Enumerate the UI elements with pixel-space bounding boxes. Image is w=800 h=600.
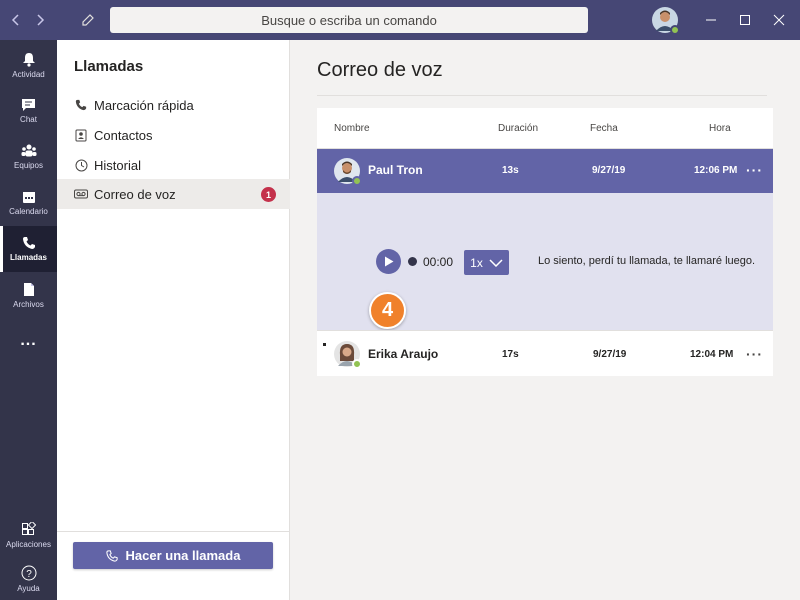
table-row[interactable]: Paul Tron 13s 9/27/19 12:06 PM ··· — [317, 149, 773, 193]
date-cell: 9/27/19 — [593, 349, 627, 360]
page-title: Correo de voz — [317, 59, 443, 81]
avatar — [334, 341, 362, 369]
rail-item-label: Calendario — [9, 207, 48, 216]
unread-indicator — [323, 343, 326, 346]
avatar — [334, 158, 362, 186]
panel-title: Llamadas — [74, 58, 144, 75]
compose-icon[interactable] — [78, 10, 98, 30]
rail-item-label: Ayuda — [17, 584, 40, 593]
nav-contacts[interactable]: Contactos — [57, 120, 290, 150]
nav-speed-dial[interactable]: Marcación rápida — [57, 90, 290, 120]
rail-item-label: Chat — [20, 115, 37, 124]
rail-item-chat[interactable]: Chat — [0, 88, 57, 134]
rail-item-label: Aplicaciones — [6, 539, 51, 549]
presence-available-icon — [352, 176, 362, 186]
column-header-duration[interactable]: Duración — [498, 123, 538, 134]
back-arrow-icon[interactable] — [6, 10, 26, 30]
help-icon: ? — [21, 565, 36, 581]
voicemail-player: 00:00 1x Lo siento, perdí tu llamada, te… — [317, 193, 773, 330]
apps-icon — [22, 521, 36, 535]
caller-name: Erika Araujo — [368, 347, 439, 361]
more-options-icon[interactable]: ··· — [746, 346, 763, 362]
rail-item-calendar[interactable]: Calendario — [0, 180, 57, 226]
title-bar: Busque o escriba un comando — [0, 0, 800, 40]
minimize-icon[interactable] — [701, 10, 721, 30]
more-apps-button[interactable]: ... — [0, 321, 57, 361]
rail-item-activity[interactable]: Actividad — [0, 42, 57, 88]
caller-name: Paul Tron — [368, 163, 423, 177]
rail-item-apps[interactable]: Aplicaciones — [0, 512, 57, 558]
nav-history[interactable]: Historial — [57, 150, 290, 180]
playback-time: 00:00 — [423, 255, 454, 269]
teams-icon — [21, 144, 36, 157]
phone-icon — [22, 237, 35, 249]
contacts-icon — [74, 128, 88, 142]
make-call-button[interactable]: Hacer una llamada — [73, 542, 273, 569]
voicemail-table: Nombre Duración Fecha Hora Paul Tron 13s… — [317, 108, 773, 376]
more-icon: ... — [20, 332, 37, 349]
rail-item-label: Equipos — [14, 161, 43, 170]
playback-speed-dropdown[interactable]: 1x — [464, 250, 509, 275]
profile-avatar[interactable] — [652, 7, 680, 35]
nav-label: Correo de voz — [94, 186, 176, 202]
chevron-down-icon — [489, 258, 503, 267]
rail-item-label: Actividad — [12, 69, 45, 79]
date-cell: 9/27/19 — [592, 165, 626, 176]
history-icon — [74, 158, 88, 172]
unread-badge: 1 — [261, 187, 276, 202]
time-cell: 12:06 PM — [694, 165, 738, 176]
phone-icon — [105, 549, 118, 562]
rail-item-teams[interactable]: Equipos — [0, 134, 57, 180]
panel-divider — [57, 531, 290, 532]
rail-item-help[interactable]: ? Ayuda — [0, 556, 57, 600]
nav-voicemail[interactable]: Correo de voz 1 — [57, 179, 290, 209]
phone-icon — [74, 98, 88, 112]
column-header-name[interactable]: Nombre — [334, 123, 370, 134]
make-call-label: Hacer una llamada — [125, 548, 241, 563]
duration-cell: 17s — [502, 349, 519, 360]
column-header-time[interactable]: Hora — [709, 123, 731, 134]
nav-label: Contactos — [94, 127, 153, 143]
playback-slider[interactable] — [408, 257, 417, 266]
play-button[interactable] — [376, 249, 401, 274]
chat-icon — [22, 99, 35, 111]
close-icon[interactable] — [769, 10, 789, 30]
more-options-icon[interactable]: ··· — [746, 162, 763, 178]
rail-item-label: Archivos — [13, 299, 44, 309]
svg-text:?: ? — [26, 569, 32, 580]
calls-panel: Llamadas Marcación rápida Contactos Hist… — [57, 40, 290, 600]
column-header-date[interactable]: Fecha — [590, 123, 618, 134]
presence-available-icon — [352, 359, 362, 369]
rail-item-files[interactable]: Archivos — [0, 272, 57, 318]
step-number-badge: 4 — [369, 292, 406, 329]
time-cell: 12:04 PM — [690, 349, 734, 360]
rail-item-label: Llamadas — [10, 253, 47, 262]
search-input[interactable]: Busque o escriba un comando — [110, 7, 588, 33]
voicemail-transcript: Lo siento, perdí tu llamada, te llamaré … — [538, 255, 756, 267]
nav-label: Marcación rápida — [94, 97, 194, 113]
presence-available-icon — [670, 25, 680, 35]
voicemail-icon — [74, 187, 88, 201]
rail-item-calls[interactable]: Llamadas — [0, 226, 57, 272]
nav-label: Historial — [94, 157, 141, 173]
maximize-icon[interactable] — [735, 10, 755, 30]
calendar-icon — [22, 192, 35, 203]
title-divider — [317, 95, 767, 96]
table-row[interactable]: Erika Araujo 17s 9/27/19 12:04 PM ··· — [317, 330, 773, 376]
bell-icon — [22, 52, 35, 67]
app-rail: Actividad Chat Equipos Calendario Llamad… — [0, 40, 57, 600]
duration-cell: 13s — [502, 165, 519, 176]
play-icon — [384, 256, 393, 267]
file-icon — [23, 282, 34, 296]
forward-arrow-icon[interactable] — [30, 10, 50, 30]
speed-label: 1x — [470, 255, 483, 270]
